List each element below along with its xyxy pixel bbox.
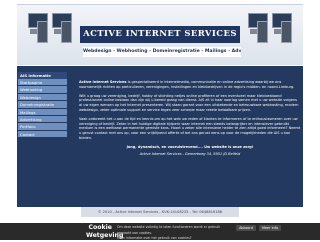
contact-paragraph: Vaak ontbreekt het u aan de tijd en kenn… — [79, 116, 301, 140]
page: ACTIVE INTERNET SERVICES Webdesign - Web… — [17, 0, 303, 240]
sidebar-item-mailings[interactable]: Mailings — [18, 108, 67, 116]
sidebar-item-domeinregistratie[interactable]: Domeinregistratie — [18, 101, 67, 109]
site-logo-title[interactable]: ACTIVE INTERNET SERVICES — [80, 26, 240, 43]
address-line: Active Internet Services - Gemertweg 34,… — [139, 151, 241, 156]
cookie-banner: Cookie Wetgeving Om deze website volledi… — [0, 223, 320, 240]
site-tagline: Webdesign - Webhosting - Domeinregistrat… — [83, 47, 241, 57]
sidebar-item-advertising[interactable]: Advertising — [18, 115, 67, 124]
sidebar-item-portfolio[interactable]: Portfolio — [18, 123, 67, 131]
sidebar-item-webhosting[interactable]: Webhosting — [18, 86, 67, 94]
cookie-title: Cookie Wetgeving — [86, 224, 124, 239]
sidebar-item-contact[interactable]: Contact — [18, 130, 67, 139]
computer-icon — [247, 13, 269, 43]
footer-copyright: © 2010 - Active Internet Services - KVK:… — [81, 207, 239, 217]
intro-company-name: Active Internet Services — [79, 80, 127, 84]
slogan: Jong, dynamisch, en voorulstrevend.... U… — [126, 144, 254, 149]
cookie-message: Om deze website volledig te laten functi… — [117, 225, 233, 242]
computer-icon — [271, 13, 293, 43]
computer-icon — [27, 13, 49, 43]
site-header: ACTIVE INTERNET SERVICES Webdesign - Web… — [17, 4, 303, 65]
cookie-message-line1: Om deze website volledig te laten functi… — [117, 225, 221, 235]
computer-icon — [51, 13, 73, 43]
main-content: Active Internet Services is gespecialise… — [79, 80, 301, 156]
cookie-message-line2: Meer informatie over het gebruik van coo… — [117, 236, 192, 240]
cookie-more-info-button[interactable]: Meer info — [259, 225, 281, 231]
sidebar-item-webdesign[interactable]: Webdesign — [18, 93, 67, 102]
intro-paragraph: Active Internet Services is gespecialise… — [79, 80, 301, 90]
cookie-accept-button[interactable]: Akkoord — [236, 225, 256, 231]
services-paragraph: Wilt u graag uw vereniging, bedrijf, hob… — [79, 93, 299, 112]
sidebar-item-startpagina[interactable]: Startpagina — [18, 79, 67, 87]
sidebar-heading: AIS Informatie — [18, 72, 67, 79]
sidebar-nav: AIS Informatie Startpagina Webhosting We… — [18, 72, 67, 139]
